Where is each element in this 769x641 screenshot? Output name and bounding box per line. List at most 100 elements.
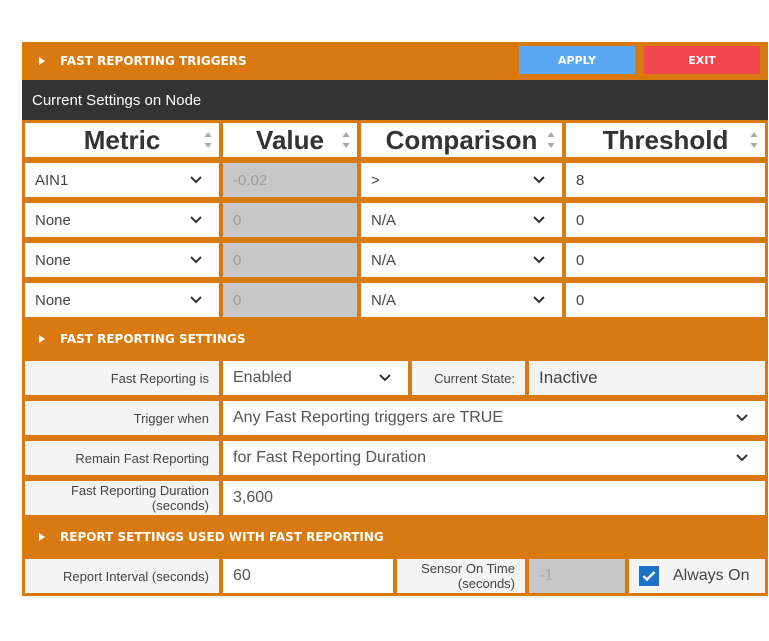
fast-reporting-value: Enabled (233, 369, 292, 386)
chevron-down-icon (533, 216, 545, 224)
chevron-down-icon (190, 256, 202, 264)
chevron-down-icon (190, 176, 202, 184)
column-header-threshold[interactable]: Threshold (566, 123, 765, 157)
fast-reporting-select[interactable]: Enabled (223, 361, 408, 395)
column-header-label: Metric (83, 124, 161, 155)
sensor-on-label-line1: Sensor On Time (421, 561, 515, 576)
sort-icon (750, 132, 758, 148)
value-text: 0 (233, 211, 242, 229)
comparison-select[interactable]: N/A (361, 283, 562, 317)
apply-button[interactable]: APPLY (519, 46, 635, 74)
remain-row: Remain Fast Reporting for Fast Reporting… (22, 438, 768, 478)
settings-section-header[interactable]: FAST REPORTING SETTINGS (22, 320, 768, 358)
fast-reporting-label: Fast Reporting is (25, 361, 219, 395)
duration-label-line1: Fast Reporting Duration (70, 483, 209, 498)
report-section-header[interactable]: REPORT SETTINGS USED WITH FAST REPORTING (22, 518, 768, 556)
chevron-down-icon (736, 414, 748, 422)
value-text: 0 (233, 251, 242, 269)
metric-select[interactable]: None (25, 243, 219, 277)
metric-value: AIN1 (35, 171, 69, 189)
trigger-row: None 0 N/A 0 (22, 200, 768, 240)
trigger-when-value: Any Fast Reporting triggers are TRUE (233, 409, 504, 426)
column-header-label: Value (256, 124, 324, 155)
value-field: 0 (223, 283, 357, 317)
always-on-toggle[interactable]: Always On (629, 559, 765, 593)
report-section-title: REPORT SETTINGS USED WITH FAST REPORTING (60, 530, 384, 544)
report-interval-value: 60 (233, 567, 251, 584)
column-header-label: Comparison (385, 124, 538, 155)
value-field: 0 (223, 243, 357, 277)
comparison-select[interactable]: N/A (361, 243, 562, 277)
comparison-value: N/A (371, 211, 397, 229)
duration-label-line2: (seconds) (151, 498, 209, 513)
value-field: -0.02 (223, 163, 357, 197)
threshold-input[interactable]: 8 (566, 163, 765, 197)
chevron-down-icon (736, 454, 748, 462)
report-interval-input[interactable]: 60 (223, 559, 393, 593)
triggers-section-header[interactable]: FAST REPORTING TRIGGERS APPLY EXIT (22, 42, 768, 80)
column-header-label: Threshold (602, 124, 729, 155)
trigger-when-row: Trigger when Any Fast Reporting triggers… (22, 398, 768, 438)
sort-icon (342, 132, 350, 148)
metric-select[interactable]: None (25, 203, 219, 237)
triggers-section-title: FAST REPORTING TRIGGERS (60, 54, 247, 68)
threshold-input[interactable]: 0 (566, 243, 765, 277)
triggers-table-header: Metric Value Comparison Threshold (22, 120, 768, 160)
sensor-on-value: -1 (539, 567, 554, 584)
remain-label: Remain Fast Reporting (25, 441, 219, 475)
threshold-value: 0 (576, 251, 585, 269)
threshold-input[interactable]: 0 (566, 203, 765, 237)
duration-value: 3,600 (233, 489, 274, 506)
caret-right-icon (38, 533, 46, 541)
sort-icon (547, 132, 555, 148)
metric-value: None (35, 291, 71, 309)
metric-select[interactable]: AIN1 (25, 163, 219, 197)
current-state-value: Inactive (529, 361, 765, 395)
comparison-select[interactable]: N/A (361, 203, 562, 237)
threshold-input[interactable]: 0 (566, 283, 765, 317)
always-on-checkbox[interactable] (639, 566, 659, 586)
exit-button[interactable]: EXIT (644, 46, 760, 74)
report-interval-row: Report Interval (seconds) 60 Sensor On T… (22, 556, 768, 596)
check-icon (642, 571, 656, 582)
chevron-down-icon (379, 374, 391, 382)
fast-reporting-panel: FAST REPORTING TRIGGERS APPLY EXIT Curre… (22, 42, 768, 598)
column-header-metric[interactable]: Metric (25, 123, 219, 157)
value-text: -0.02 (233, 171, 268, 189)
trigger-row: None 0 N/A 0 (22, 240, 768, 280)
comparison-select[interactable]: > (361, 163, 562, 197)
value-field: 0 (223, 203, 357, 237)
duration-input[interactable]: 3,600 (223, 481, 765, 515)
sort-icon (204, 132, 212, 148)
sensor-on-input: -1 (529, 559, 625, 593)
duration-label: Fast Reporting Duration (seconds) (25, 481, 219, 515)
chevron-down-icon (190, 296, 202, 304)
duration-row: Fast Reporting Duration (seconds) 3,600 (22, 478, 768, 518)
column-header-comparison[interactable]: Comparison (361, 123, 562, 157)
comparison-value: N/A (371, 291, 397, 309)
threshold-value: 8 (576, 171, 585, 189)
comparison-value: > (371, 171, 380, 189)
value-text: 0 (233, 291, 242, 309)
always-on-label: Always On (673, 567, 750, 584)
remain-select[interactable]: for Fast Reporting Duration (223, 441, 765, 475)
chevron-down-icon (533, 296, 545, 304)
chevron-down-icon (190, 216, 202, 224)
fast-reporting-row: Fast Reporting is Enabled Current State:… (22, 358, 768, 398)
current-settings-bar: Current Settings on Node (22, 80, 768, 120)
chevron-down-icon (533, 176, 545, 184)
trigger-row: AIN1 -0.02 > 8 (22, 160, 768, 200)
sensor-on-label: Sensor On Time (seconds) (397, 559, 525, 593)
trigger-when-label: Trigger when (25, 401, 219, 435)
threshold-value: 0 (576, 211, 585, 229)
current-settings-label: Current Settings on Node (32, 91, 202, 109)
column-header-value[interactable]: Value (223, 123, 357, 157)
metric-value: None (35, 251, 71, 269)
metric-value: None (35, 211, 71, 229)
trigger-when-select[interactable]: Any Fast Reporting triggers are TRUE (223, 401, 765, 435)
threshold-value: 0 (576, 291, 585, 309)
trigger-row: None 0 N/A 0 (22, 280, 768, 320)
comparison-value: N/A (371, 251, 397, 269)
metric-select[interactable]: None (25, 283, 219, 317)
settings-section-title: FAST REPORTING SETTINGS (60, 332, 246, 346)
